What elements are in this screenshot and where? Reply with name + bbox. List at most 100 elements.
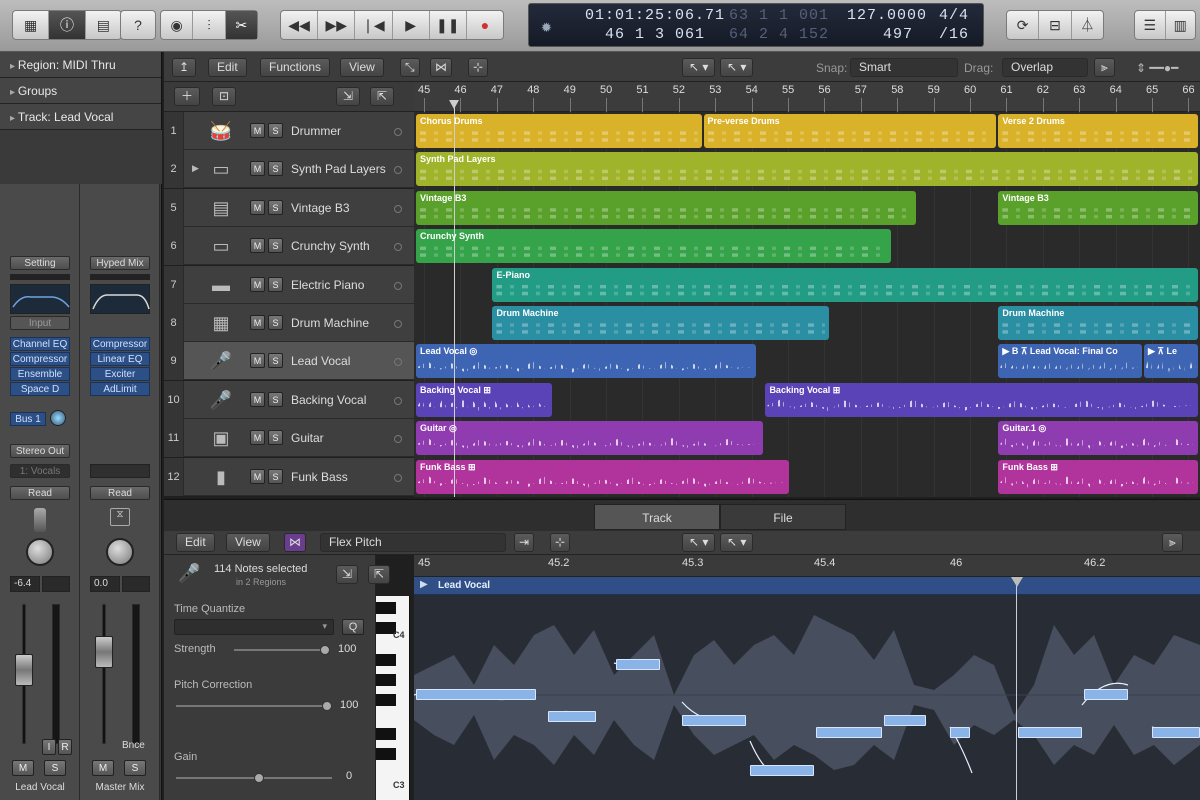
input-monitor-button[interactable]: I xyxy=(42,739,56,755)
plugin-slot[interactable]: Space D xyxy=(10,382,70,396)
record-enable-icon[interactable] xyxy=(394,204,402,213)
play-button[interactable]: ▶ xyxy=(393,11,430,39)
editors-icon[interactable]: ✂ xyxy=(225,11,257,39)
tuner-icon[interactable]: ⊟ xyxy=(1039,11,1072,39)
automation-icon[interactable]: ⊹ xyxy=(468,58,489,77)
track-header[interactable]: 2 ▶ ▭ M S Synth Pad Layers xyxy=(164,150,414,189)
mute-button[interactable]: M xyxy=(92,760,114,776)
toolbar-icon[interactable]: ▤ xyxy=(86,11,121,39)
list-editors-icon[interactable]: ☰ xyxy=(1135,11,1166,39)
track-solo-button[interactable]: S xyxy=(268,391,283,407)
pan-knob[interactable] xyxy=(106,538,134,566)
functions-menu[interactable]: Functions xyxy=(260,58,331,77)
plugin-slot[interactable]: Ensemble xyxy=(10,367,70,381)
edit-menu[interactable]: Edit xyxy=(208,58,247,77)
region-filter-icon[interactable]: ⇲ xyxy=(336,87,361,106)
editor-edit-menu[interactable]: Edit xyxy=(176,533,215,552)
track-solo-button[interactable]: S xyxy=(268,238,283,254)
smart-controls-icon[interactable]: ◉ xyxy=(161,11,194,39)
global-tracks-icon[interactable]: ⇱ xyxy=(370,87,395,106)
eq-display[interactable] xyxy=(90,284,150,314)
track-solo-button[interactable]: S xyxy=(268,430,283,446)
library-icon[interactable]: ▦ xyxy=(13,11,50,39)
disclosure-triangle-icon[interactable]: ▶ xyxy=(192,163,199,174)
midi-region[interactable]: Pre-verse Drums xyxy=(703,114,997,148)
pitch-note[interactable] xyxy=(548,711,596,722)
track-mute-button[interactable]: M xyxy=(250,123,265,138)
playhead-marker-icon[interactable] xyxy=(1011,577,1023,587)
pitch-note[interactable] xyxy=(1018,727,1082,738)
tab-file[interactable]: File xyxy=(720,504,846,530)
record-enable-icon[interactable] xyxy=(394,358,402,367)
volume-value[interactable]: 0.0 xyxy=(90,576,120,592)
midi-region[interactable]: Crunchy Synth xyxy=(416,229,891,264)
rewind-button[interactable]: ◀◀ xyxy=(281,11,319,39)
track-header[interactable]: 10 🎤 M S Backing Vocal xyxy=(164,380,414,419)
groups-header[interactable]: Groups xyxy=(0,78,161,104)
gain-slider[interactable] xyxy=(254,773,264,783)
catch-icon[interactable]: ⤡ xyxy=(400,58,420,77)
editor-ruler[interactable]: 45 45.2 45.3 45.4 46 46.2 xyxy=(414,555,1200,577)
midi-region[interactable]: Vintage B3 xyxy=(416,190,917,225)
notepad-icon[interactable]: ▥ xyxy=(1166,11,1196,39)
pause-button[interactable]: ❚❚ xyxy=(430,11,467,39)
pitch-correction-slider[interactable] xyxy=(322,701,332,711)
forward-button[interactable]: ▶▶ xyxy=(318,11,356,39)
pitch-note[interactable] xyxy=(816,727,882,738)
tab-track[interactable]: Track xyxy=(594,504,720,530)
up-arrow-icon[interactable]: ↥ xyxy=(172,58,197,77)
track-mute-button[interactable]: M xyxy=(250,353,265,369)
new-folder-icon[interactable]: ⊡ xyxy=(212,87,237,106)
midi-region[interactable]: E-Piano xyxy=(492,267,1198,302)
pitch-note[interactable] xyxy=(750,765,814,776)
track-mute-button[interactable]: M xyxy=(250,391,265,407)
midi-region[interactable]: Drum Machine xyxy=(998,306,1198,340)
audio-region[interactable]: ▶ ⊼ Le xyxy=(1144,344,1198,379)
flex-icon[interactable]: ⋈ xyxy=(430,58,452,77)
pan-knob[interactable] xyxy=(26,538,54,566)
track-solo-button[interactable]: S xyxy=(268,123,283,138)
plugin-slot[interactable]: Compressor xyxy=(10,352,70,366)
pitch-note[interactable] xyxy=(884,715,926,726)
audio-region[interactable]: Guitar.1 ◎ xyxy=(998,421,1198,456)
record-enable-button[interactable]: R xyxy=(58,739,72,755)
flex-icon[interactable]: ⋈ xyxy=(284,533,306,552)
editor-view-menu[interactable]: View xyxy=(226,533,270,552)
flex-pitch-area[interactable]: ▶ Lead Vocal xyxy=(414,577,1200,800)
track-solo-button[interactable]: S xyxy=(268,199,283,215)
audio-region[interactable]: Funk Bass ⊞ xyxy=(416,459,789,494)
input-button[interactable]: Input xyxy=(10,316,70,330)
track-solo-button[interactable]: S xyxy=(268,353,283,369)
audio-region[interactable]: Backing Vocal ⊞ xyxy=(765,382,1198,417)
pitch-note[interactable] xyxy=(950,727,970,738)
pointer-tool-icon[interactable]: ↖ ▾ xyxy=(682,533,716,552)
plugin-slot[interactable]: Channel EQ xyxy=(10,337,70,351)
track-mute-button[interactable]: M xyxy=(250,199,265,215)
zoom-slider[interactable]: ⇕ ━━●━ xyxy=(1136,61,1178,75)
pointer-tool-icon[interactable]: ↖ ▾ xyxy=(682,58,716,77)
waveform-zoom-icon[interactable]: ⫸ xyxy=(1162,533,1183,552)
record-enable-icon[interactable] xyxy=(394,473,402,482)
record-button[interactable]: ● xyxy=(467,11,503,39)
flex-mode-dropdown[interactable]: Flex Pitch xyxy=(320,533,506,552)
record-enable-icon[interactable] xyxy=(394,128,402,136)
volume-fader[interactable] xyxy=(15,654,33,686)
secondary-tool-icon[interactable]: ↖ ▾ xyxy=(720,533,754,552)
solo-button[interactable]: S xyxy=(44,760,66,776)
audio-region[interactable]: ▶ B ⊼ Lead Vocal: Final Co xyxy=(998,344,1142,379)
snap-dropdown[interactable]: Smart xyxy=(850,58,958,77)
track-solo-button[interactable]: S xyxy=(268,468,283,484)
secondary-tool-icon[interactable]: ↖ ▾ xyxy=(720,58,754,77)
go-to-start-button[interactable]: ❘◀ xyxy=(355,11,393,39)
pitch-note[interactable] xyxy=(1084,689,1128,700)
tracks-area[interactable]: Chorus Drums Pre-verse Drums Verse 2 Drums… xyxy=(414,112,1200,497)
mute-button[interactable]: M xyxy=(12,760,34,776)
collapse-icon[interactable]: ⇱ xyxy=(368,565,391,584)
setting-button[interactable]: Hyped Mix xyxy=(90,256,150,270)
plugin-slot[interactable]: Linear EQ xyxy=(90,352,150,366)
audio-region[interactable]: Funk Bass ⊞ xyxy=(998,459,1198,494)
mixer-icon[interactable]: ⫶ xyxy=(193,11,226,39)
audio-region[interactable]: Lead Vocal ◎ xyxy=(416,344,757,379)
group-slot[interactable]: 1: Vocals xyxy=(10,464,70,478)
strength-slider[interactable] xyxy=(320,645,330,655)
